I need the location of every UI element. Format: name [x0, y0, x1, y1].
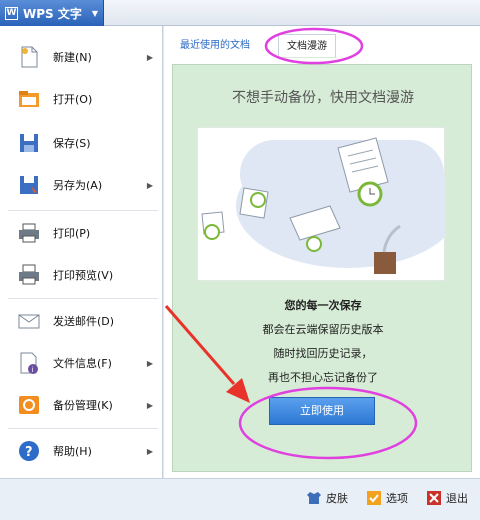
skin-label: 皮肤: [326, 492, 348, 505]
exit-icon: [427, 491, 441, 505]
clock-icon: [306, 236, 322, 252]
file-info-icon: i: [20, 352, 38, 374]
chevron-right-icon: ▶: [146, 358, 153, 368]
bottom-bar: 皮肤 选项 退出: [0, 478, 480, 520]
menu-label-save: 保存(S): [53, 137, 91, 150]
backup-icon: [19, 396, 39, 414]
options-button[interactable]: 选项: [366, 490, 408, 506]
menu-item-file-info[interactable]: i 文件信息(F) ▶: [0, 342, 163, 384]
save-icon: [20, 134, 38, 152]
svg-text:i: i: [32, 366, 34, 374]
clock-icon: [204, 224, 220, 240]
menu-item-open[interactable]: 打开(O): [0, 78, 163, 120]
menu-label-backup: 备份管理(K): [53, 399, 113, 412]
document-pane: 最近使用的文档 文档漫游 不想手动备份，快用文档漫游 您的每一次保存 都会在云端…: [164, 26, 480, 478]
panel-line-1: 您的每一次保存: [284, 299, 362, 312]
panel-line-4: 再也不担心忘记备份了: [268, 371, 378, 384]
title-bar: W WPS 文字 ▼: [0, 0, 480, 26]
mail-icon: [18, 314, 40, 329]
exit-label: 退出: [446, 492, 468, 505]
app-title: WPS 文字: [23, 6, 82, 21]
app-menu-button[interactable]: W WPS 文字 ▼: [0, 0, 104, 26]
chevron-right-icon: ▶: [146, 446, 153, 456]
svg-text:?: ?: [25, 445, 33, 460]
menu-divider: [8, 298, 158, 299]
menu-item-new[interactable]: 新建(N) ▶: [0, 36, 163, 78]
menu-label-print-preview: 打印预览(V): [53, 269, 114, 282]
menu-label-new: 新建(N): [53, 51, 92, 64]
panel-headline: 不想手动备份，快用文档漫游: [232, 90, 414, 106]
options-icon: [367, 491, 381, 505]
tab-bar: 最近使用的文档 文档漫游: [164, 26, 480, 60]
print-preview-icon: [19, 264, 39, 285]
menu-item-print-preview[interactable]: 打印预览(V): [0, 254, 163, 296]
menu-divider: [8, 428, 158, 429]
tab-document-roaming[interactable]: 文档漫游: [278, 34, 336, 58]
chevron-down-icon: ▼: [91, 8, 99, 18]
menu-divider: [8, 210, 158, 211]
menu-label-help: 帮助(H): [53, 445, 92, 458]
options-label: 选项: [386, 492, 408, 505]
menu-label-print: 打印(P): [53, 227, 91, 240]
chevron-right-icon: ▶: [146, 180, 153, 190]
tab-recent-documents[interactable]: 最近使用的文档: [172, 34, 258, 58]
exit-button[interactable]: 退出: [426, 490, 468, 506]
panel-line-3: 随时找回历史记录，: [273, 347, 373, 360]
clock-icon: [250, 192, 266, 208]
menu-item-save-as[interactable]: 另存为(A) ▶: [0, 164, 163, 206]
menu-item-print[interactable]: 打印(P): [0, 212, 163, 254]
menu-item-send-mail[interactable]: 发送邮件(D): [0, 300, 163, 342]
menu-item-save[interactable]: 保存(S): [0, 122, 163, 164]
chevron-right-icon: ▶: [146, 400, 153, 410]
save-as-icon: [20, 176, 38, 194]
skin-button[interactable]: 皮肤: [306, 490, 348, 506]
menu-label-send-mail: 发送邮件(D): [53, 315, 115, 328]
help-icon: ?: [19, 441, 39, 461]
clock-icon: [357, 181, 383, 207]
roaming-panel: 不想手动备份，快用文档漫游 您的每一次保存 都会在云端保留历史版本 随时找回历史…: [172, 64, 472, 472]
shirt-icon: [307, 492, 321, 504]
menu-item-backup[interactable]: 备份管理(K) ▶: [0, 384, 163, 426]
new-doc-icon: [21, 46, 38, 68]
chevron-right-icon: ▶: [146, 52, 153, 62]
menu-label-file-info: 文件信息(F): [53, 357, 112, 370]
panel-line-2: 都会在云端保留历史版本: [262, 323, 384, 336]
open-folder-icon: [19, 91, 39, 107]
menu-label-save-as: 另存为(A): [53, 179, 103, 192]
menu-label-open: 打开(O): [53, 93, 93, 106]
printer-icon: [19, 223, 39, 243]
cloud-backup-illustration: [197, 127, 460, 281]
menu-item-help[interactable]: ? 帮助(H) ▶: [0, 430, 163, 472]
wps-logo-icon: W: [5, 6, 18, 20]
use-now-button[interactable]: 立即使用: [269, 397, 375, 425]
file-menu: 新建(N) ▶ 打开(O) 保存(S) 另存为(A) ▶ 打印(P) 打印预览(…: [0, 26, 163, 478]
